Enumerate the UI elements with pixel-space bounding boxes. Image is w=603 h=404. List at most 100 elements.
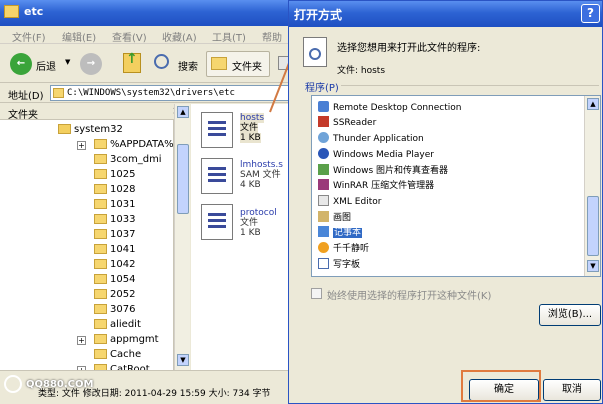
search-button[interactable]: 搜索 <box>152 51 204 77</box>
program-list-scrollbar[interactable]: ▲ ▼ <box>584 96 600 276</box>
folder-icon <box>94 319 107 329</box>
folder-tree: system32 + %APPDATA% 3com_dmi 1025 1028 1… <box>0 120 174 375</box>
folder-icon <box>94 229 107 239</box>
folders-pane-header: 文件夹 × <box>0 104 190 121</box>
help-button[interactable]: ? <box>581 4 600 23</box>
cancel-button[interactable]: 取消 <box>543 379 601 401</box>
scroll-up-icon[interactable]: ▲ <box>587 98 599 110</box>
folder-icon <box>94 214 107 224</box>
tree-item-system32[interactable]: system32 <box>58 124 123 138</box>
notepad-file-icon <box>201 158 233 194</box>
folder-icon <box>94 199 107 209</box>
watermark-logo-icon <box>4 375 22 393</box>
program-item-picture-viewer[interactable]: Windows 图片和传真查看器 <box>318 164 448 178</box>
tree-item[interactable]: 1033 <box>94 214 135 228</box>
winrar-icon <box>318 179 329 190</box>
menu-favorites[interactable]: 收藏(A) <box>162 29 197 44</box>
dialog-title-bar[interactable]: 打开方式 ? <box>289 1 602 27</box>
ok-highlight <box>461 370 541 402</box>
folder-icon <box>94 244 107 254</box>
forward-button[interactable]: → <box>78 51 112 77</box>
xml-editor-icon <box>318 195 329 206</box>
menu-help[interactable]: 帮助 <box>262 29 282 44</box>
tree-item[interactable]: 1028 <box>94 184 135 198</box>
folder-icon <box>94 169 107 179</box>
back-button[interactable]: ← 后退 ▼ <box>8 51 74 77</box>
scroll-thumb[interactable] <box>177 144 189 214</box>
always-use-label: 始终使用选择的程序打开这种文件(K) <box>327 291 492 302</box>
folder-icon <box>94 349 107 359</box>
program-item-paint[interactable]: 画图 <box>318 211 351 225</box>
search-icon <box>309 48 321 60</box>
explorer-title-bar[interactable]: etc <box>0 0 292 26</box>
folder-icon <box>4 5 19 18</box>
address-input[interactable]: C:\WINDOWS\system32\drivers\etc <box>50 85 292 101</box>
program-item-notepad[interactable]: 记事本 <box>318 226 363 240</box>
back-arrow-icon: ← <box>10 53 32 75</box>
notepad-file-icon <box>201 112 233 148</box>
tree-item[interactable]: 3com_dmi <box>94 154 162 168</box>
watermark: QQ880.COM <box>2 373 100 399</box>
tree-item[interactable]: 1054 <box>94 274 135 288</box>
toolbar: ← 后退 ▼ → ↑ 搜索 文件夹 <box>0 45 292 83</box>
always-use-checkbox-row[interactable]: 始终使用选择的程序打开这种文件(K) <box>311 287 591 302</box>
program-item-ssreader[interactable]: SSReader <box>318 116 376 130</box>
program-item-xml-editor[interactable]: XML Editor <box>318 195 381 209</box>
tree-item[interactable]: 3076 <box>94 304 135 318</box>
menu-tools[interactable]: 工具(T) <box>212 29 246 44</box>
expand-icon[interactable]: + <box>77 336 86 345</box>
tree-item[interactable]: 1037 <box>94 229 135 243</box>
programs-label: 程序(P) <box>305 83 339 94</box>
folder-icon <box>53 88 64 98</box>
address-bar: 地址(D) C:\WINDOWS\system32\drivers\etc <box>0 83 292 103</box>
always-use-checkbox[interactable] <box>311 288 322 299</box>
folder-icon <box>94 184 107 194</box>
tree-item[interactable]: + %APPDATA% <box>77 139 174 153</box>
ttplayer-icon <box>318 242 329 253</box>
media-player-icon <box>318 148 329 159</box>
menu-view[interactable]: 查看(V) <box>112 29 147 44</box>
tree-item[interactable]: 1041 <box>94 244 135 258</box>
folders-button[interactable]: 文件夹 <box>206 51 270 77</box>
up-folder-button[interactable]: ↑ <box>120 51 146 77</box>
open-folder-icon <box>58 124 71 134</box>
folder-icon <box>94 289 107 299</box>
program-item-media-player[interactable]: Windows Media Player <box>318 148 434 162</box>
wordpad-icon <box>318 258 329 269</box>
folder-icon <box>94 334 107 344</box>
scroll-down-icon[interactable]: ▼ <box>177 354 189 366</box>
menu-edit[interactable]: 编辑(E) <box>62 29 96 44</box>
program-item-ttplayer[interactable]: 千千静听 <box>318 242 369 256</box>
search-icon <box>154 54 169 69</box>
scroll-up-icon[interactable]: ▲ <box>177 106 189 118</box>
tree-item[interactable]: 1031 <box>94 199 135 213</box>
chevron-down-icon: ▼ <box>65 58 71 66</box>
address-label: 地址(D) <box>8 91 44 102</box>
menu-file[interactable]: 文件(F) <box>12 29 46 44</box>
browse-button[interactable]: 浏览(B)... <box>539 304 601 326</box>
tree-item[interactable]: 2052 <box>94 289 135 303</box>
dialog-prompt: 选择您想用来打开此文件的程序: <box>337 43 481 54</box>
program-item-winrar[interactable]: WinRAR 压缩文件管理器 <box>318 179 434 193</box>
paint-icon <box>318 211 329 222</box>
notepad-file-icon <box>201 204 233 240</box>
tree-item[interactable]: aliedit <box>94 319 141 333</box>
tree-item[interactable]: 1025 <box>94 169 135 183</box>
ssreader-icon <box>318 116 329 127</box>
thunder-icon <box>318 132 329 143</box>
tree-item[interactable]: Cache <box>94 349 141 363</box>
expand-icon[interactable]: + <box>77 141 86 150</box>
scroll-thumb[interactable] <box>587 196 599 256</box>
program-item-remote-desktop[interactable]: Remote Desktop Connection <box>318 101 462 115</box>
file-icon <box>303 37 327 67</box>
menu-bar: 文件(F) 编辑(E) 查看(V) 收藏(A) 工具(T) 帮助 <box>0 26 292 44</box>
folder-tree-scrollbar[interactable]: ▲ ▼ <box>174 104 190 370</box>
address-value: C:\WINDOWS\system32\drivers\etc <box>67 88 235 98</box>
tree-item[interactable]: 1042 <box>94 259 135 273</box>
open-with-dialog: 打开方式 ? 选择您想用来打开此文件的程序: 文件: hosts 程序(P) R… <box>288 0 603 404</box>
file-list: hosts 文件 1 KB lmhosts.s SAM 文件 4 KB prot… <box>191 104 292 370</box>
tree-item[interactable]: + appmgmt <box>77 334 159 348</box>
program-item-thunder[interactable]: Thunder Application <box>318 132 424 146</box>
scroll-down-icon[interactable]: ▼ <box>587 260 599 272</box>
program-item-wordpad[interactable]: 写字板 <box>318 258 360 272</box>
